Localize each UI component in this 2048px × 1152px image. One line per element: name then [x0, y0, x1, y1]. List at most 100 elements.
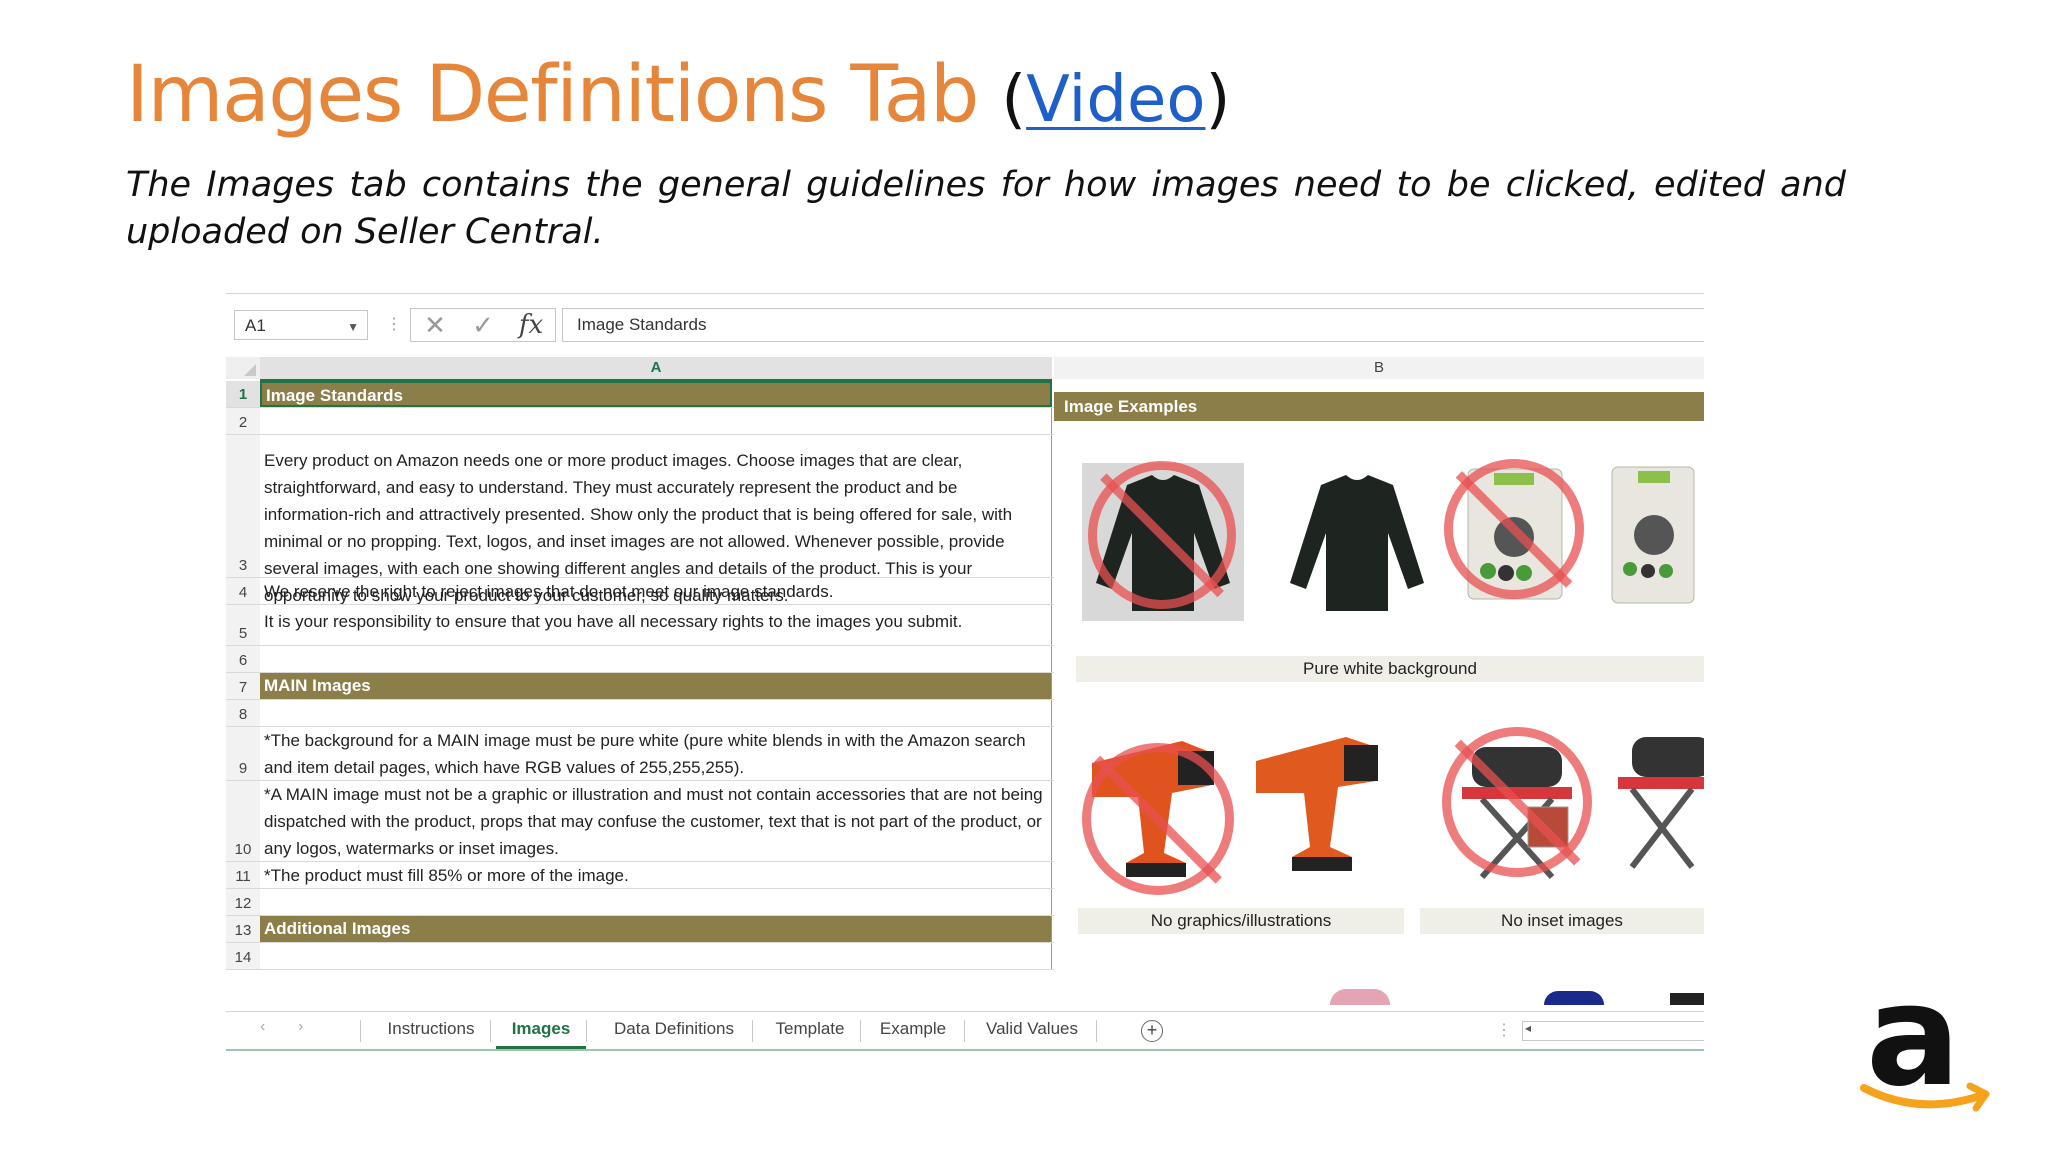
- tab-divider: [752, 1020, 753, 1042]
- tab-nav-next[interactable]: ›: [298, 1018, 303, 1036]
- column-header-a[interactable]: A: [260, 357, 1052, 381]
- prohibited-icon: [1082, 743, 1234, 895]
- formula-buttons: ✕ ✓ fx: [410, 308, 556, 342]
- prohibited-icon: [1088, 461, 1236, 609]
- cell-a7[interactable]: MAIN Images: [260, 673, 1052, 699]
- row-number[interactable]: 3: [226, 435, 260, 577]
- tab-divider: [490, 1020, 491, 1042]
- tab-data-definitions[interactable]: Data Definitions: [592, 1012, 756, 1049]
- cell-a9[interactable]: *The background for a MAIN image must be…: [260, 727, 1052, 780]
- formula-bar: A1 ▼ ⋮ ✕ ✓ fx Image Standards: [226, 293, 1704, 344]
- fx-icon[interactable]: fx: [511, 309, 551, 341]
- slide-title-text: Images Definitions Tab: [126, 50, 979, 140]
- cell-a4[interactable]: We reserve the right to reject images th…: [260, 578, 1052, 604]
- table-row: 8: [226, 700, 1054, 727]
- grill-inset-image: [1442, 727, 1592, 887]
- row-number[interactable]: 2: [226, 408, 260, 434]
- care-kit-box-icon: [1611, 466, 1695, 604]
- cell-a6[interactable]: [260, 646, 1052, 672]
- drill-icon: [1256, 737, 1378, 871]
- drill-graphic-image: [1082, 723, 1238, 895]
- slide-title: Images Definitions Tab (Video): [126, 40, 1230, 155]
- cell-a1[interactable]: Image Standards: [260, 381, 1052, 407]
- row-number[interactable]: 14: [226, 943, 260, 969]
- caption-no-graphics: No graphics/illustrations: [1078, 908, 1404, 934]
- caret-down-icon[interactable]: ▼: [347, 312, 359, 342]
- column-header-b[interactable]: B: [1054, 357, 1704, 379]
- caption-white-background: Pure white background: [1076, 656, 1704, 682]
- name-box[interactable]: A1 ▼: [234, 310, 368, 340]
- table-row: 7 MAIN Images: [226, 673, 1054, 700]
- cancel-icon[interactable]: ✕: [415, 309, 455, 341]
- row-number[interactable]: 8: [226, 700, 260, 726]
- row-number[interactable]: 12: [226, 889, 260, 915]
- sheet-tab-bar: ‹ › Instructions Images Data Definitions…: [226, 1011, 1704, 1051]
- table-row: 2: [226, 408, 1054, 435]
- cell-a14[interactable]: [260, 943, 1052, 969]
- row-number[interactable]: 4: [226, 578, 260, 604]
- cell-a3[interactable]: Every product on Amazon needs one or mor…: [260, 435, 1052, 605]
- table-row: 14: [226, 943, 1054, 970]
- sweater-grey-bg-image: [1082, 461, 1244, 621]
- row-number[interactable]: 6: [226, 646, 260, 672]
- table-row: 6: [226, 646, 1054, 673]
- tab-divider: [586, 1020, 587, 1042]
- cell-a12[interactable]: [260, 889, 1052, 915]
- tab-images[interactable]: Images: [496, 1012, 586, 1049]
- row-number[interactable]: 7: [226, 673, 260, 699]
- drill-photo-image: [1250, 715, 1400, 877]
- amazon-logo: a: [1858, 955, 2008, 1120]
- row-number[interactable]: 9: [226, 727, 260, 780]
- table-row: 9 *The background for a MAIN image must …: [226, 727, 1054, 781]
- cell-a13[interactable]: Additional Images: [260, 916, 1052, 942]
- formula-separator: ⋮: [386, 316, 402, 333]
- cell-a11[interactable]: *The product must fill 85% or more of th…: [260, 862, 1052, 888]
- scroll-left-icon[interactable]: ◂: [1525, 1021, 1531, 1035]
- image-examples-header[interactable]: Image Examples: [1054, 392, 1704, 421]
- cell-a2[interactable]: [260, 408, 1052, 434]
- tab-divider: [964, 1020, 965, 1042]
- slide-description: The Images tab contains the general guid…: [126, 165, 1846, 252]
- tab-template[interactable]: Template: [758, 1012, 862, 1049]
- video-link[interactable]: Video: [1026, 63, 1205, 137]
- table-row: 5 It is your responsibility to ensure th…: [226, 605, 1054, 646]
- grill-icon: [1618, 737, 1704, 869]
- tab-nav-prev[interactable]: ‹: [260, 1018, 265, 1036]
- care-kit-grey-image: [1444, 459, 1584, 609]
- row-number[interactable]: 10: [226, 781, 260, 861]
- row-number[interactable]: 1: [226, 381, 260, 407]
- cell-a10[interactable]: *A MAIN image must not be a graphic or i…: [260, 781, 1052, 861]
- prohibited-icon: [1444, 459, 1584, 599]
- cell-a5[interactable]: It is your responsibility to ensure that…: [260, 605, 1052, 645]
- add-sheet-icon[interactable]: +: [1141, 1020, 1163, 1042]
- tab-instructions[interactable]: Instructions: [366, 1012, 496, 1049]
- caption-no-inset: No inset images: [1420, 908, 1704, 934]
- formula-input[interactable]: Image Standards: [562, 308, 1704, 342]
- row-number[interactable]: 11: [226, 862, 260, 888]
- tab-valid-values[interactable]: Valid Values: [970, 1012, 1094, 1049]
- close-paren: ): [1205, 63, 1231, 137]
- row-number[interactable]: 13: [226, 916, 260, 942]
- excel-window: A1 ▼ ⋮ ✕ ✓ fx Image Standards A B 1 Imag…: [226, 293, 1704, 1053]
- cell-a8[interactable]: [260, 700, 1052, 726]
- tab-divider: [1096, 1020, 1097, 1042]
- sweater-icon: [1290, 475, 1424, 611]
- grill-photo-image: [1602, 723, 1704, 881]
- table-row: 10 *A MAIN image must not be a graphic o…: [226, 781, 1054, 862]
- table-row: 12: [226, 889, 1054, 916]
- tab-example[interactable]: Example: [866, 1012, 960, 1049]
- prohibited-icon: [1442, 727, 1592, 877]
- tab-divider: [860, 1020, 861, 1042]
- row-number[interactable]: 5: [226, 605, 260, 645]
- select-all-corner[interactable]: [226, 357, 260, 379]
- partial-example-image: [1330, 989, 1390, 1005]
- sheet-grid: A B 1 Image Standards 2 3 Every product …: [226, 353, 1704, 1005]
- amazon-logo-icon: a: [1860, 955, 1990, 1118]
- table-row: 1 Image Standards: [226, 381, 1054, 408]
- care-kit-white-image: [1602, 463, 1704, 613]
- more-options-icon[interactable]: ⋮: [1496, 1020, 1512, 1040]
- enter-icon[interactable]: ✓: [463, 309, 503, 341]
- tab-divider: [360, 1020, 361, 1042]
- horizontal-scrollbar[interactable]: ◂: [1522, 1021, 1704, 1041]
- name-box-value: A1: [245, 316, 266, 335]
